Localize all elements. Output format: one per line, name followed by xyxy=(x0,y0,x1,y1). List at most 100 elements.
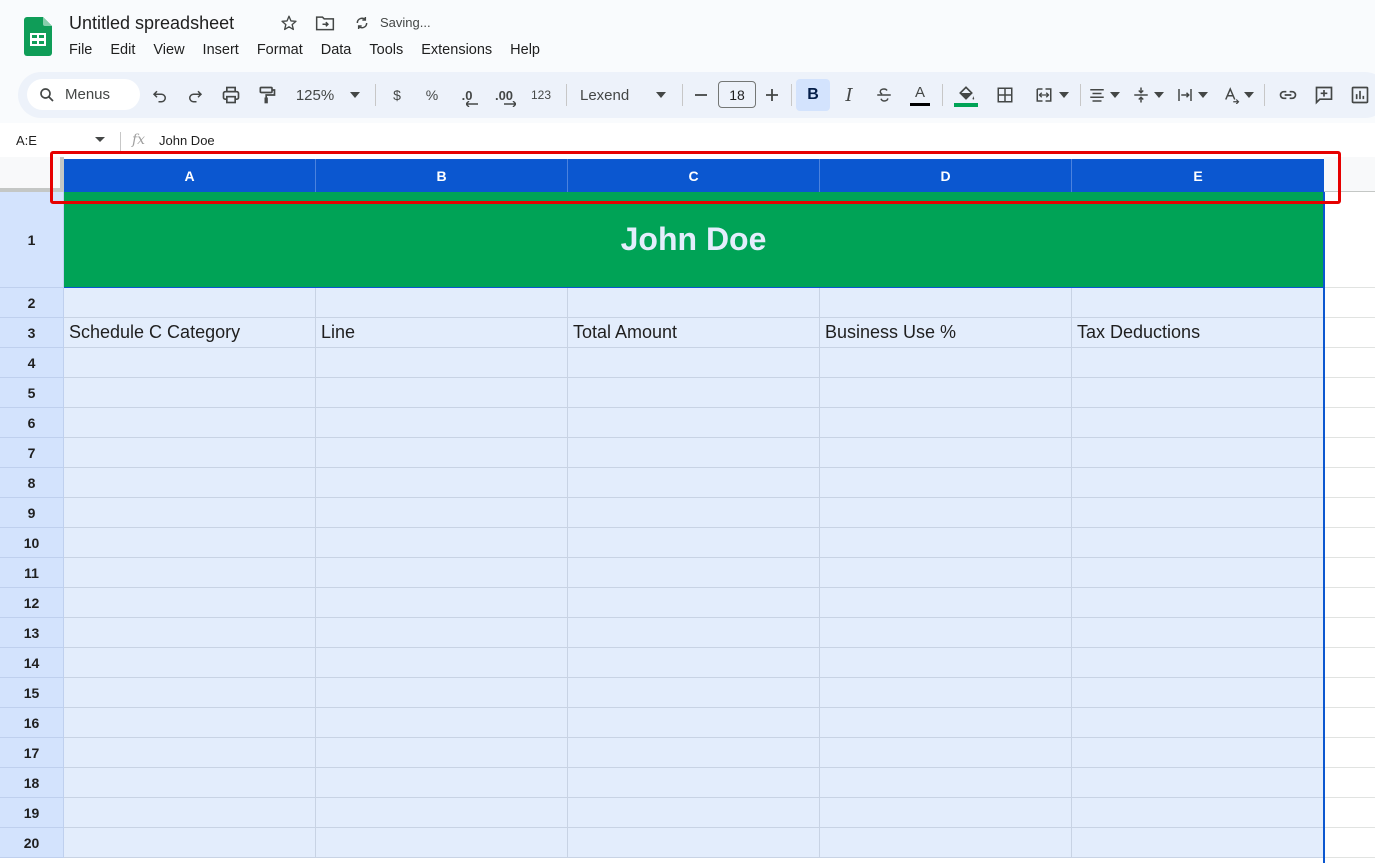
row-header-17[interactable]: 17 xyxy=(0,738,64,768)
cell[interactable] xyxy=(568,678,820,708)
cell[interactable] xyxy=(1325,498,1375,528)
cell[interactable] xyxy=(820,438,1072,468)
cell[interactable] xyxy=(64,618,316,648)
cell[interactable] xyxy=(1325,588,1375,618)
increase-decimal-button[interactable]: .00 xyxy=(488,80,520,110)
bold-button[interactable]: B xyxy=(796,79,830,111)
cell[interactable] xyxy=(1072,798,1324,828)
star-icon[interactable] xyxy=(279,13,299,33)
cell[interactable] xyxy=(316,588,568,618)
cell[interactable] xyxy=(1325,348,1375,378)
cell[interactable] xyxy=(1325,828,1375,858)
header-cell-category[interactable]: Schedule C Category xyxy=(64,318,316,348)
cell[interactable] xyxy=(316,348,568,378)
row-header-6[interactable]: 6 xyxy=(0,408,64,438)
cell[interactable] xyxy=(1325,798,1375,828)
cell[interactable] xyxy=(1072,498,1324,528)
menu-view[interactable]: View xyxy=(144,38,193,63)
cell[interactable] xyxy=(1072,348,1324,378)
borders-icon[interactable] xyxy=(991,80,1019,110)
cell[interactable] xyxy=(64,408,316,438)
cell[interactable] xyxy=(820,468,1072,498)
cell[interactable] xyxy=(568,468,820,498)
cell[interactable] xyxy=(1072,768,1324,798)
cell[interactable] xyxy=(1072,468,1324,498)
cell[interactable] xyxy=(64,468,316,498)
insert-comment-icon[interactable] xyxy=(1310,80,1338,110)
insert-chart-icon[interactable] xyxy=(1346,80,1374,110)
cell[interactable] xyxy=(316,708,568,738)
cell[interactable] xyxy=(316,408,568,438)
row-header-5[interactable]: 5 xyxy=(0,378,64,408)
currency-format-button[interactable]: $ xyxy=(384,80,410,110)
cell[interactable] xyxy=(1325,288,1375,318)
cell[interactable] xyxy=(568,498,820,528)
menu-file[interactable]: File xyxy=(60,38,101,63)
cell[interactable] xyxy=(1325,708,1375,738)
cell[interactable] xyxy=(316,648,568,678)
cell[interactable] xyxy=(64,498,316,528)
menu-format[interactable]: Format xyxy=(248,38,312,63)
undo-icon[interactable] xyxy=(146,80,174,110)
cell[interactable] xyxy=(568,558,820,588)
column-header-a[interactable]: A xyxy=(64,159,316,192)
cell[interactable] xyxy=(1325,378,1375,408)
cell[interactable] xyxy=(568,798,820,828)
row-header-16[interactable]: 16 xyxy=(0,708,64,738)
cell[interactable] xyxy=(1072,528,1324,558)
cell[interactable] xyxy=(64,648,316,678)
cell[interactable] xyxy=(64,708,316,738)
cell[interactable] xyxy=(316,378,568,408)
text-rotation-icon[interactable] xyxy=(1218,80,1258,110)
column-header-e[interactable]: E xyxy=(1072,159,1324,192)
cell[interactable] xyxy=(64,798,316,828)
cell[interactable] xyxy=(64,768,316,798)
cell[interactable] xyxy=(64,288,316,318)
menu-extensions[interactable]: Extensions xyxy=(412,38,501,63)
cell[interactable] xyxy=(1072,438,1324,468)
cell[interactable] xyxy=(1325,678,1375,708)
cell[interactable] xyxy=(316,618,568,648)
row-header-2[interactable]: 2 xyxy=(0,288,64,318)
column-header-c[interactable]: C xyxy=(568,159,820,192)
cell[interactable] xyxy=(820,738,1072,768)
cell[interactable] xyxy=(568,288,820,318)
cell[interactable] xyxy=(820,648,1072,678)
menu-insert[interactable]: Insert xyxy=(194,38,248,63)
cell[interactable] xyxy=(1072,678,1324,708)
redo-icon[interactable] xyxy=(181,80,209,110)
cell[interactable] xyxy=(64,558,316,588)
cell[interactable] xyxy=(1072,288,1324,318)
decrease-font-size-icon[interactable] xyxy=(689,80,713,110)
select-all-corner[interactable] xyxy=(0,157,64,192)
sheets-logo-icon[interactable] xyxy=(24,17,52,56)
row-header-10[interactable]: 10 xyxy=(0,528,64,558)
merge-cells-icon[interactable] xyxy=(1028,80,1074,110)
cell[interactable] xyxy=(820,498,1072,528)
cell[interactable] xyxy=(1325,648,1375,678)
cell[interactable] xyxy=(316,798,568,828)
cell[interactable] xyxy=(568,738,820,768)
cell[interactable] xyxy=(820,588,1072,618)
cell[interactable] xyxy=(64,438,316,468)
cell[interactable] xyxy=(820,678,1072,708)
italic-button[interactable]: I xyxy=(835,80,863,110)
cell[interactable] xyxy=(316,768,568,798)
cell[interactable] xyxy=(1072,378,1324,408)
cell[interactable] xyxy=(1325,192,1375,288)
cell[interactable] xyxy=(316,528,568,558)
column-header-d[interactable]: D xyxy=(820,159,1072,192)
cell[interactable] xyxy=(820,798,1072,828)
cell[interactable] xyxy=(568,348,820,378)
menu-data[interactable]: Data xyxy=(312,38,361,63)
row-header-12[interactable]: 12 xyxy=(0,588,64,618)
cell[interactable] xyxy=(1325,738,1375,768)
cell[interactable] xyxy=(1072,738,1324,768)
cell[interactable] xyxy=(316,498,568,528)
cell[interactable] xyxy=(568,768,820,798)
percent-format-button[interactable]: % xyxy=(419,80,445,110)
cell[interactable] xyxy=(820,768,1072,798)
menus-search-button[interactable]: Menus xyxy=(27,79,140,110)
cell[interactable] xyxy=(568,438,820,468)
column-header-f[interactable] xyxy=(1324,157,1375,192)
